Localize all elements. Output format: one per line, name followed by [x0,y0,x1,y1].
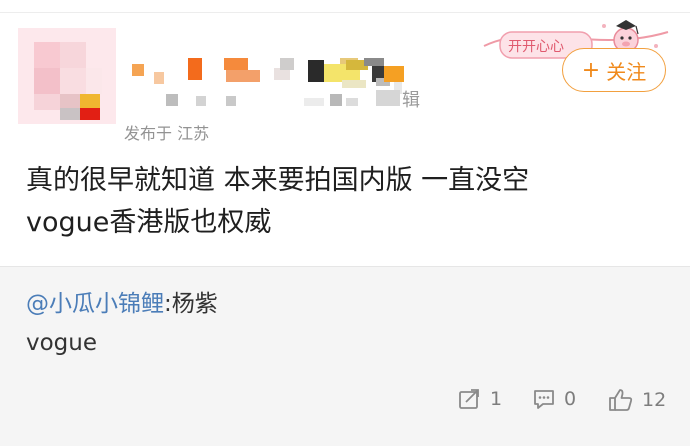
share-button[interactable]: 1 [458,388,502,410]
repost-divider [0,266,690,267]
avatar[interactable] [18,28,116,124]
comment-icon [534,390,554,409]
share-count: 1 [490,388,503,410]
action-bar: 1 0 12 [0,388,690,418]
like-icon [609,389,633,411]
comment-count: 0 [564,388,577,410]
repost-mention-link[interactable]: @小瓜小锦鲤 [26,291,164,317]
comment-button[interactable]: 0 [532,388,576,410]
like-count: 12 [642,389,667,411]
name-suffix: 辑 [402,90,420,111]
follow-button[interactable]: + 关注 [562,48,666,92]
username-mosaic[interactable]: 辑 [128,58,428,111]
post-text-line-1: 真的很早就知道 本来要拍国内版 一直没空 [26,165,530,196]
repost-body: vogue [26,330,98,356]
post-body: 真的很早就知道 本来要拍国内版 一直没空 vogue香港版也权威 [26,160,666,244]
post-text-line-2: vogue香港版也权威 [26,207,272,238]
top-divider [0,12,690,13]
plus-icon: + [581,57,601,83]
share-icon [459,389,479,409]
follow-label: 关注 [606,59,647,84]
like-button[interactable]: 12 [608,388,666,412]
sticker-text: 开开心心 [508,39,564,55]
repost-separator: : [164,291,172,317]
repost-header: @小瓜小锦鲤:杨紫 [26,284,218,318]
repost-author-name: 杨紫 [171,291,218,317]
post-location: 发布于 江苏 [124,124,210,143]
